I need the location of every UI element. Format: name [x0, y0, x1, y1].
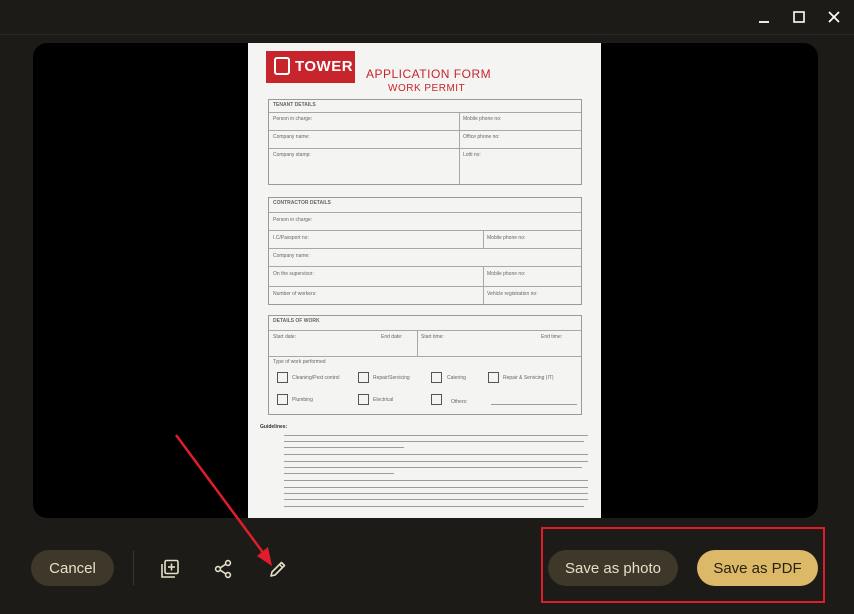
annotation-highlight-box [541, 527, 825, 603]
arrow-head-icon [257, 547, 272, 566]
annotation-arrow [174, 434, 269, 559]
annotation-overlay [174, 434, 272, 566]
